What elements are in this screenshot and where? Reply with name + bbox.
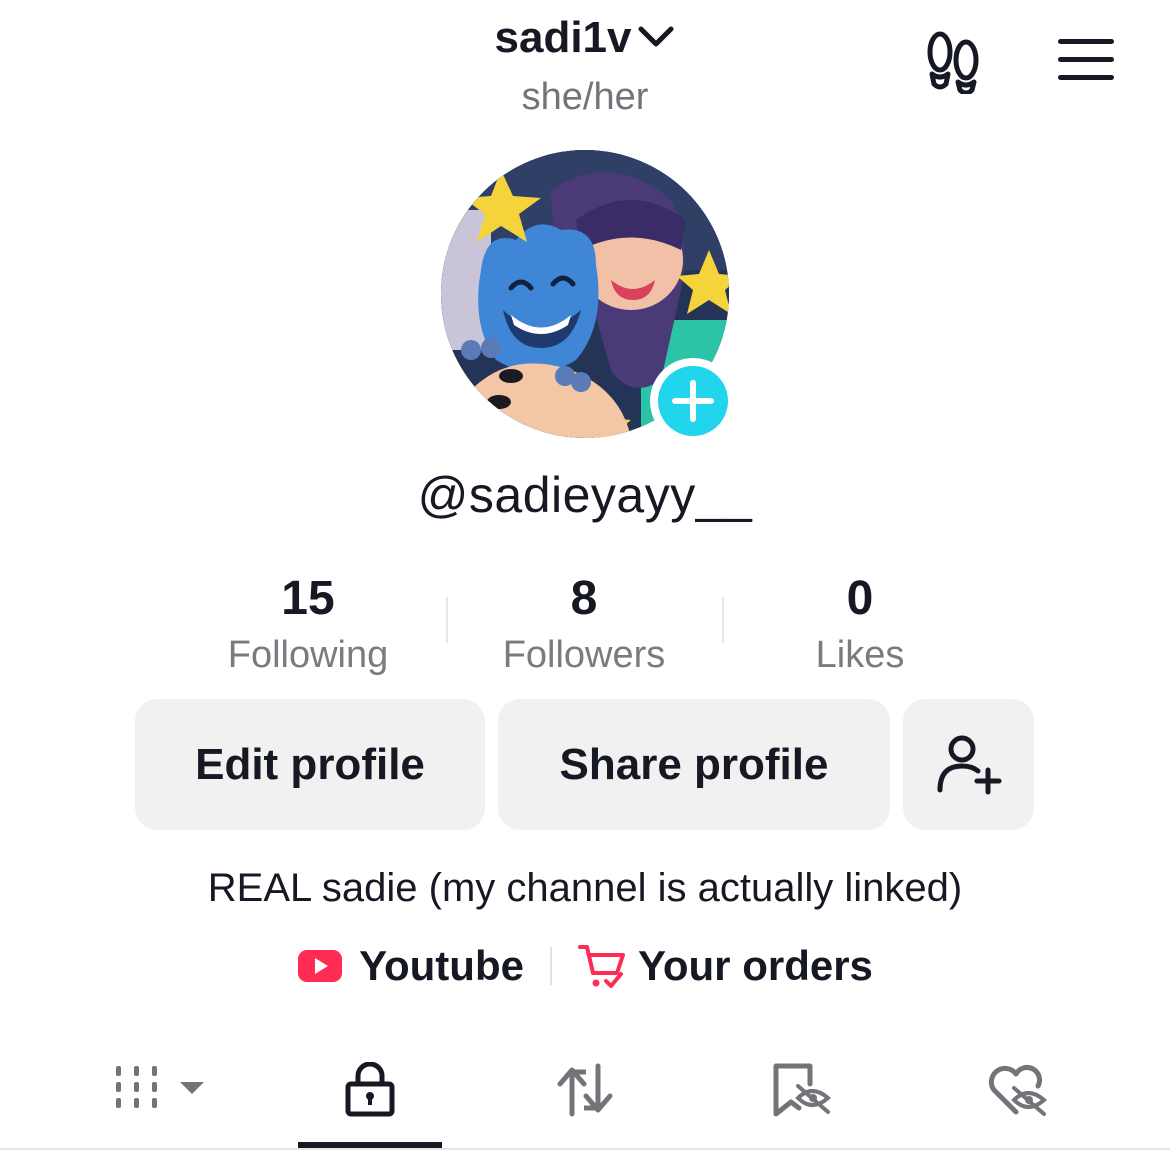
stat-followers[interactable]: 8 Followers [454,570,714,682]
active-tab-indicator [298,1142,442,1148]
divider [446,597,448,643]
pronouns: she/her [521,76,649,118]
bookmark-hidden-icon [773,1063,832,1117]
footprints-icon[interactable] [924,30,984,99]
divider [549,947,552,985]
tab-liked[interactable] [986,1062,1048,1123]
share-profile-button[interactable]: Share profile [498,699,890,830]
tab-favorites[interactable] [772,1062,832,1123]
add-user-icon [937,735,1001,794]
edit-profile-button[interactable]: Edit profile [135,699,485,830]
menu-icon[interactable] [1056,38,1116,87]
stat-value: 8 [570,572,598,625]
add-avatar-button[interactable] [650,358,736,444]
youtube-link[interactable]: Youtube [297,942,524,990]
youtube-icon [298,950,343,982]
display-name: sadi1v [494,13,632,62]
profile-tabs [0,1040,1170,1150]
liked-hidden-icon [988,1064,1048,1116]
lock-icon [345,1061,395,1117]
display-name-switcher[interactable]: sadi1v [0,12,1170,66]
chevron-down-icon [637,10,675,62]
stat-likes[interactable]: 0 Likes [730,570,990,682]
tab-private[interactable] [342,1061,398,1123]
stat-label: Following [227,634,389,676]
tab-reposts[interactable] [554,1062,616,1123]
divider [722,597,724,643]
tab-videos[interactable] [114,1060,210,1119]
username: @sadieyayy__ [417,467,753,523]
stat-label: Followers [502,634,666,676]
grid-icon [116,1066,204,1108]
stat-value: 0 [846,572,874,625]
your-orders-link[interactable]: Your orders [577,942,873,990]
repost-icon [557,1063,613,1117]
stat-label: Likes [815,634,905,676]
link-label: Your orders [637,942,873,989]
cart-icon [577,945,625,988]
stat-following[interactable]: 15 Following [178,570,438,682]
stat-value: 15 [281,572,335,625]
bio-text: REAL sadie (my channel is actually linke… [207,866,963,910]
profile-links: Youtube Your orders [0,942,1170,990]
plus-icon [672,380,714,422]
add-friends-button[interactable] [903,699,1034,830]
link-label: Youtube [359,942,524,989]
